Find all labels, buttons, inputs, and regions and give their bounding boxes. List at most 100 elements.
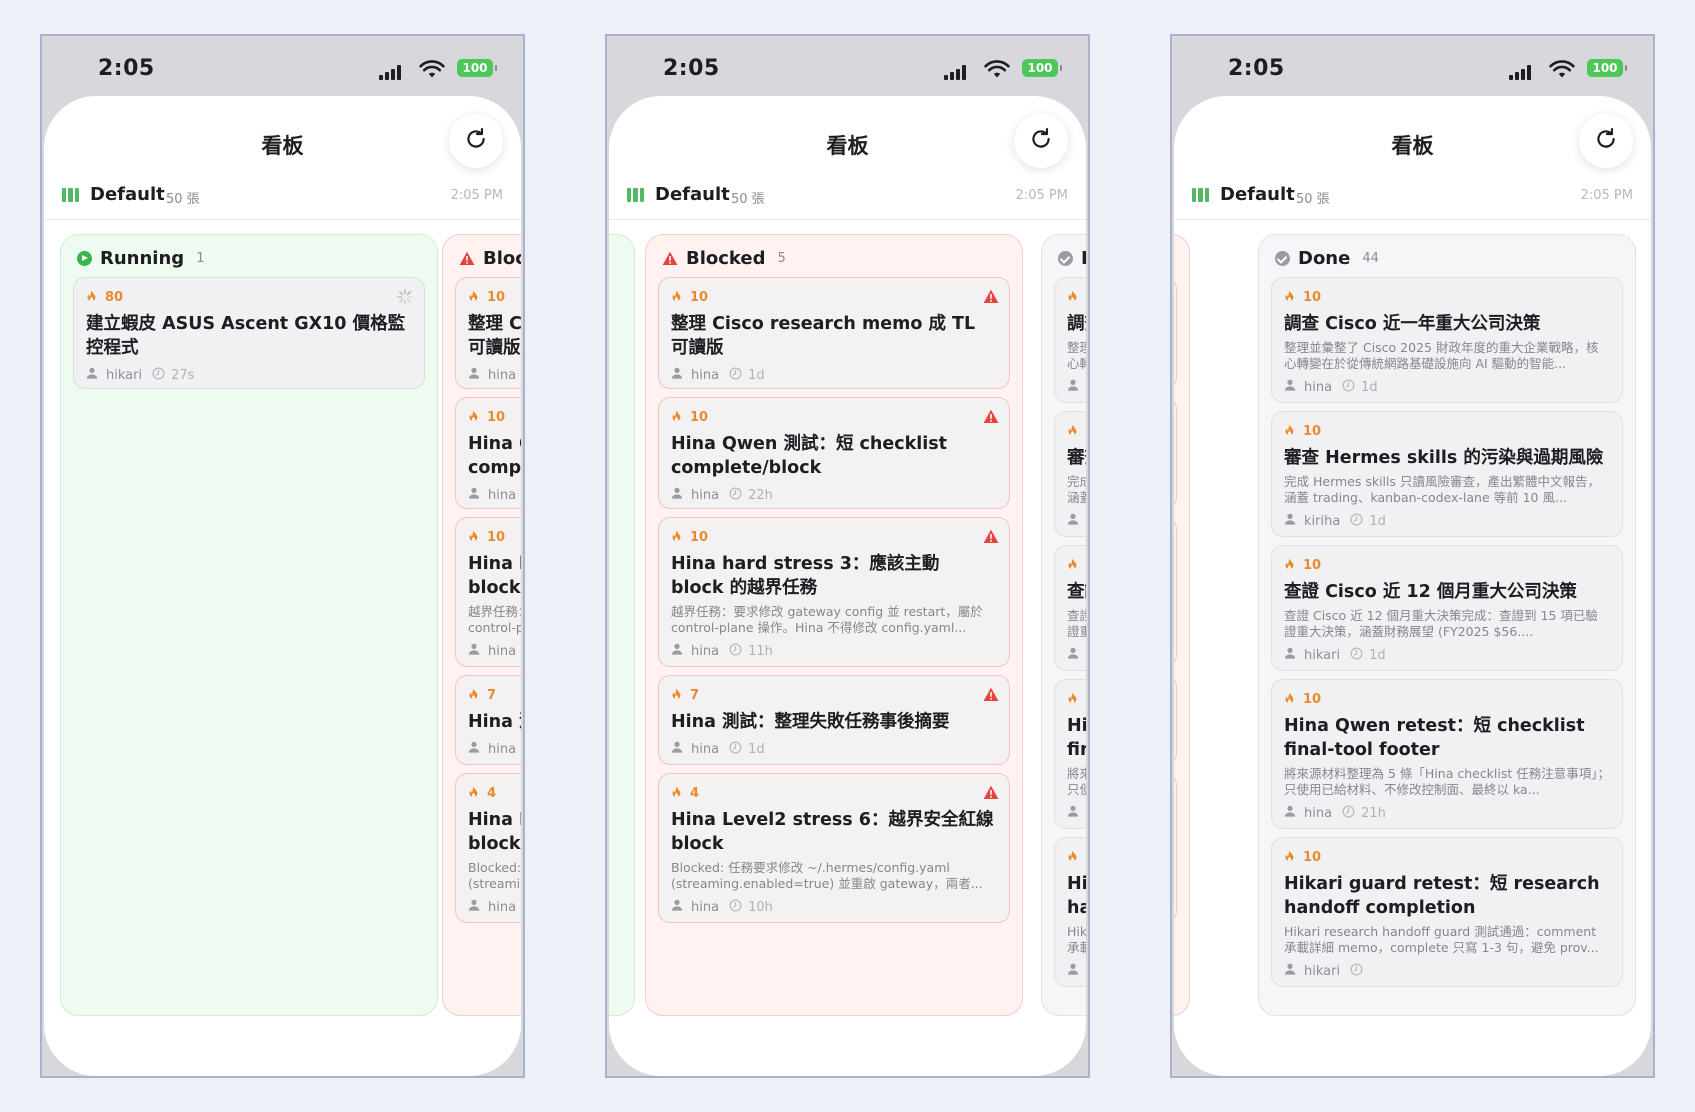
lanes-scroll[interactable]: Blocked510整理 Cisco research memo 成 TL 可讀… (1174, 226, 1651, 1026)
priority-value: 10 (1303, 849, 1322, 865)
lanes-scroll[interactable]: Running1 Blocked 5 10 整理 Cisco research memo… (609, 226, 1086, 1026)
flame-icon (671, 288, 682, 307)
wifi-icon (419, 60, 445, 80)
task-card[interactable]: 10 Hikari guard retest：短 research handoff… (1271, 837, 1623, 987)
person-icon (1067, 513, 1079, 529)
lane-title: Blocked (686, 247, 766, 269)
phone-screen-3: 2:05100看板Default50 張2:05 PMBlocked510整理 … (1170, 34, 1655, 1078)
task-title: Hina Qwen 測試：短 checklist complete/block (468, 434, 521, 478)
priority: 10 (468, 408, 521, 426)
task-assignee: hina (1304, 805, 1333, 821)
priority: 10 (1284, 848, 1610, 866)
task-card[interactable]: 10 審查 Hermes skills 的污染與過期風險完成 Hermes ski… (1271, 411, 1623, 537)
task-card[interactable]: 10 審查 Hermes skills 的污染與過期風險完成 Hermes ski… (1054, 411, 1086, 537)
task-assignee: hina (691, 643, 720, 659)
status-bar: 2:05 100 (1172, 36, 1653, 96)
person-icon (468, 899, 480, 915)
task-card[interactable]: 10 Hina Qwen 測試：短 checklist complete/bloc… (455, 397, 521, 509)
task-card[interactable]: 10 調查 Cisco 近一年重大公司決策整理並彙整了 Cisco 2025 財政… (1271, 277, 1623, 403)
board-icon (62, 188, 79, 202)
battery-indicator: 100 (457, 59, 497, 77)
phone-screen-2: 2:05100看板Default50 張2:05 PMRunning1Block… (605, 34, 1090, 1078)
task-card[interactable]: 10 Hikari guard retest：短 research handoff… (1054, 837, 1086, 987)
task-age: 21h (1361, 805, 1386, 821)
task-card[interactable]: 10整理 Cisco research memo 成 TL 可讀版hina1d (455, 277, 521, 389)
task-meta: hikari1d (1067, 646, 1086, 664)
priority: 10 (1067, 422, 1086, 440)
board-updated-time: 2:05 PM (1580, 188, 1633, 203)
task-title: Hina 測試：整理失敗任務事後摘要 (468, 712, 521, 732)
priority-value: 4 (690, 785, 700, 801)
task-card[interactable]: 10Hina Qwen 測試：短 checklist complete/bloc… (1174, 397, 1177, 509)
board-selector[interactable]: Default 50 張 2:05 PM (44, 180, 521, 220)
refresh-button[interactable] (1014, 114, 1068, 168)
flame-icon (468, 528, 479, 547)
task-title: 調查 Cisco 近一年重大公司決策 (1284, 314, 1541, 334)
flame-icon (1284, 422, 1295, 441)
flame-icon (1067, 556, 1078, 575)
signal-icon (944, 64, 970, 80)
task-card[interactable]: 10整理 Cisco research memo 成 TL 可讀版hina1d (1174, 277, 1177, 389)
task-card[interactable]: 4Hina Level2 stress 6：越界安全紅線 blockBlocke… (455, 773, 521, 923)
board-card-count: 50 張 (1296, 192, 1330, 207)
task-age: 11h (748, 643, 773, 659)
lane-title: Done (1298, 247, 1351, 269)
person-icon (1284, 963, 1296, 979)
task-card[interactable]: 10Hina Qwen 測試：短 checklist complete/bloc… (658, 397, 1010, 509)
task-meta: hina 1d (671, 366, 997, 384)
task-meta: hina21h (1067, 804, 1086, 822)
priority-value: 10 (487, 289, 506, 305)
task-card[interactable]: 10Hina hard stress 3：應該主動 block 的越界任務越界任… (1174, 517, 1177, 667)
flame-icon (468, 784, 479, 803)
priority-value: 7 (690, 687, 700, 703)
task-assignee: hina (691, 367, 720, 383)
priority: 10 (1067, 848, 1086, 866)
task-meta: hina 21h (1284, 804, 1610, 822)
board-selector[interactable]: Default 50 張 2:05 PM (609, 180, 1086, 220)
person-icon (671, 899, 683, 915)
task-meta: hina 11h (671, 642, 997, 660)
task-card[interactable]: 4Hina Level2 stress 6：越界安全紅線 blockBlocke… (1174, 773, 1177, 923)
priority: 10 (1067, 690, 1086, 708)
task-summary: Hikari research handoff guard 測試通過：comme… (1067, 924, 1086, 955)
task-card[interactable]: 4Hina Level2 stress 6：越界安全紅線 blockBlocke… (658, 773, 1010, 923)
lane-blocked: Blocked5 10整理 Cisco research memo 成 TL 可讀… (442, 234, 521, 1016)
task-title: Hina Level2 stress 6：越界安全紅線 block (671, 810, 994, 854)
priority-value: 10 (690, 289, 709, 305)
clock-icon (729, 741, 742, 758)
person-icon (671, 643, 683, 659)
task-card[interactable]: 10 查證 Cisco 近 12 個月重大公司決策查證 Cisco 近 12 個月… (1271, 545, 1623, 671)
priority: 10 (1067, 288, 1086, 306)
clock-icon (729, 367, 742, 384)
task-card[interactable]: 10 查證 Cisco 近 12 個月重大公司決策查證 Cisco 近 12 個月… (1054, 545, 1086, 671)
task-card[interactable]: 10整理 Cisco research memo 成 TL 可讀版hina1d (658, 277, 1010, 389)
task-card[interactable]: 10Hina hard stress 3：應該主動 block 的越界任務越界任… (455, 517, 521, 667)
board-updated-time: 2:05 PM (1015, 188, 1068, 203)
task-card[interactable]: 10Hina hard stress 3：應該主動 block 的越界任務越界任… (658, 517, 1010, 667)
task-card[interactable]: 80 建立蝦皮 ASUS Ascent GX10 價格監控程式 hikari 27s (73, 277, 425, 389)
task-meta: hina11h (468, 642, 521, 660)
task-title: 審查 Hermes skills 的污染與過期風險 (1067, 448, 1086, 468)
refresh-button[interactable] (1579, 114, 1633, 168)
refresh-icon (1028, 126, 1054, 156)
kanban-sheet: 看板Default50 張2:05 PMBlocked510整理 Cisco r… (1174, 96, 1651, 1076)
task-card[interactable]: 7Hina 測試：整理失敗任務事後摘要hina1d (658, 675, 1010, 765)
person-icon (468, 487, 480, 503)
lane-blocked: Blocked510整理 Cisco research memo 成 TL 可讀… (1174, 234, 1190, 1016)
task-card[interactable]: 10 Hina Qwen retest：短 checklist final-too… (1271, 679, 1623, 829)
priority: 10 (1067, 556, 1086, 574)
task-title: Hina Qwen retest：短 checklist final-tool … (1067, 716, 1086, 760)
board-selector[interactable]: Default 50 張 2:05 PM (1174, 180, 1651, 220)
task-card[interactable]: 7Hina 測試：整理失敗任務事後摘要hina1d (455, 675, 521, 765)
task-summary: Hikari research handoff guard 測試通過：comme… (1284, 924, 1599, 955)
lane-header: Blocked5 (459, 245, 521, 271)
task-card[interactable]: 10 Hina Qwen retest：短 checklist final-too… (1054, 679, 1086, 829)
person-icon (1067, 379, 1079, 395)
priority-value: 10 (690, 409, 709, 425)
kanban-sheet: 看板 Default 50 張 2:05 PM Running 1 80 建立蝦皮 ASUS … (44, 96, 521, 1076)
battery-indicator: 100 (1022, 59, 1062, 77)
refresh-button[interactable] (449, 114, 503, 168)
task-card[interactable]: 7Hina 測試：整理失敗任務事後摘要hina1d (1174, 675, 1177, 765)
task-card[interactable]: 10 調查 Cisco 近一年重大公司決策整理並彙整了 Cisco 2025 財政… (1054, 277, 1086, 403)
lanes-scroll[interactable]: Running 1 80 建立蝦皮 ASUS Ascent GX10 價格監控程式 hi… (44, 226, 521, 1026)
